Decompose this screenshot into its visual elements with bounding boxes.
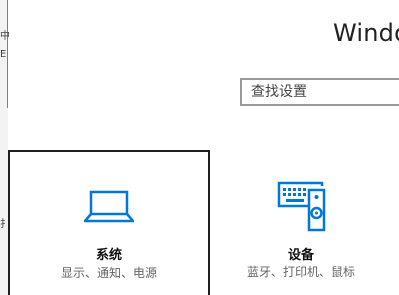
background-window-accent-line	[7, 0, 8, 108]
tile-label: 设备	[287, 248, 314, 263]
keyboard-speaker-icon	[276, 180, 326, 236]
settings-screen: 中 E 扌 Windo 系统 显示、通知、电源	[0, 0, 399, 295]
search-input[interactable]	[251, 83, 399, 101]
background-window-edge: 中 E 扌	[0, 0, 10, 295]
tile-devices[interactable]: 设备 蓝牙、打印机、鼠标	[226, 150, 376, 295]
background-window-glyph: E	[0, 49, 7, 60]
tile-description: 蓝牙、打印机、鼠标	[246, 265, 355, 279]
tile-label: 系统	[95, 248, 122, 263]
tile-description: 显示、通知、电源	[60, 266, 157, 280]
page-title: Windo	[333, 19, 399, 47]
search-box[interactable]	[240, 78, 399, 106]
laptop-icon	[82, 190, 136, 228]
tile-system[interactable]: 系统 显示、通知、电源	[8, 150, 210, 295]
background-window-glyph: 中	[0, 31, 10, 42]
